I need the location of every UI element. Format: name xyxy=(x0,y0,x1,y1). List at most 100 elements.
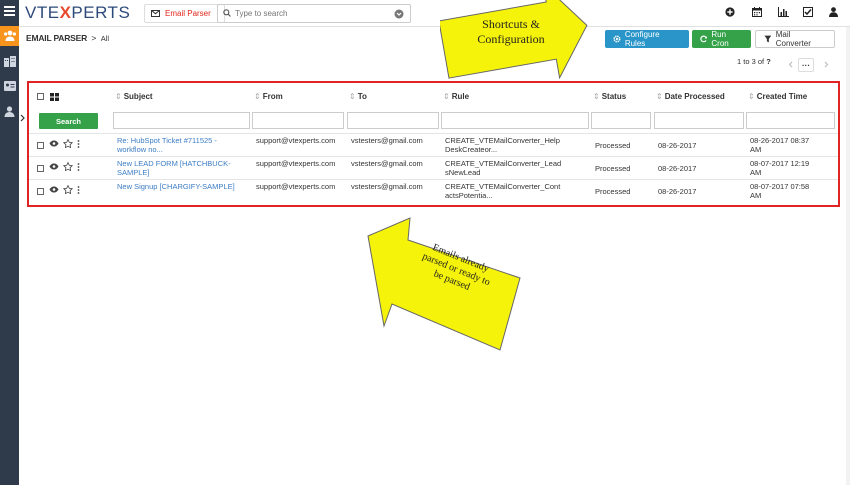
filter-to-input[interactable] xyxy=(347,112,439,129)
cell-subject[interactable]: New LEAD FORM [HATCHBUCK-SAMPLE] xyxy=(117,159,237,177)
eye-icon[interactable] xyxy=(49,163,59,172)
sort-icon: ⇕ xyxy=(748,92,755,101)
table-row[interactable]: New Signup [CHARGIFY-SAMPLE] support@vte… xyxy=(29,179,838,201)
chevron-right-icon xyxy=(824,61,829,70)
configure-rules-button[interactable]: Configure Rules xyxy=(605,30,689,48)
page-header: EMAIL PARSER > All Configure Rules Run C… xyxy=(19,27,850,49)
filter-date-processed-input[interactable] xyxy=(654,112,744,129)
cell-from: support@vtexperts.com xyxy=(256,182,336,191)
eye-icon[interactable] xyxy=(49,140,59,149)
chevron-left-icon xyxy=(788,61,793,70)
filter-created-time-input[interactable] xyxy=(746,112,835,129)
sort-icon: ⇕ xyxy=(115,92,122,101)
row-checkbox[interactable] xyxy=(37,142,44,149)
sidebar-item-contacts-card[interactable] xyxy=(0,77,19,97)
app-sidebar xyxy=(0,0,19,485)
cell-subject[interactable]: Re: HubSpot Ticket #711525 - workflow no… xyxy=(117,136,237,154)
logo-text-perts: PERTS xyxy=(71,3,131,22)
cell-rule: CREATE_VTEMailConverter_LeadsNewLead xyxy=(445,159,562,177)
vtexperts-logo[interactable]: VTEXPERTS xyxy=(25,3,130,23)
sidebar-item-contacts[interactable] xyxy=(0,26,19,46)
search-input[interactable] xyxy=(235,9,385,18)
cell-date-processed: 08-26-2017 xyxy=(658,187,697,196)
user-profile-icon[interactable] xyxy=(829,7,838,19)
run-cron-button[interactable]: Run Cron xyxy=(692,30,751,48)
table-row[interactable]: New LEAD FORM [HATCHBUCK-SAMPLE] support… xyxy=(29,156,838,178)
gear-icon xyxy=(613,35,621,43)
filter-from-input[interactable] xyxy=(252,112,344,129)
more-actions-icon[interactable] xyxy=(77,186,80,196)
logo-text-vte: VTE xyxy=(25,3,60,22)
user-icon xyxy=(4,105,15,119)
filter-rule-input[interactable] xyxy=(441,112,589,129)
mail-converter-button[interactable]: Mail Converter xyxy=(755,30,835,48)
cell-from: support@vtexperts.com xyxy=(256,136,336,145)
column-header-created-time[interactable]: ⇕ Created Time xyxy=(748,92,807,101)
cell-to: vstesters@gmail.com xyxy=(351,182,423,191)
list-settings-icon[interactable] xyxy=(50,93,59,103)
sort-icon: ⇕ xyxy=(254,92,261,101)
annotation-line: Shortcuts & xyxy=(482,17,540,31)
annotation-line: Configuration xyxy=(477,32,545,46)
tasks-check-icon[interactable] xyxy=(803,7,813,19)
menu-toggle[interactable] xyxy=(0,2,19,22)
header-label: Subject xyxy=(123,92,153,101)
cell-rule: CREATE_VTEMailConverter_HelpDeskCreateor… xyxy=(445,136,560,154)
run-cron-label: Run Cron xyxy=(711,30,729,48)
annotation-shortcuts-text: Shortcuts & Configuration xyxy=(456,17,566,47)
annotation-arrow-shortcuts xyxy=(440,0,588,80)
header-label: From xyxy=(262,92,283,101)
table-row[interactable]: Re: HubSpot Ticket #711525 - workflow no… xyxy=(29,133,838,155)
pagination-info: 1 to 3 of ? xyxy=(737,57,771,66)
filter-status-select[interactable] xyxy=(591,112,651,129)
cell-from: support@vtexperts.com xyxy=(256,159,336,168)
star-icon[interactable] xyxy=(62,184,74,196)
pagination-total[interactable]: ? xyxy=(766,57,771,66)
column-header-to[interactable]: ⇕ To xyxy=(349,92,367,101)
reports-chart-icon[interactable] xyxy=(778,7,789,19)
envelope-icon xyxy=(151,10,160,17)
collapse-chevron-icon[interactable] xyxy=(20,114,25,124)
global-search[interactable] xyxy=(217,4,411,23)
row-checkbox[interactable] xyxy=(37,188,44,195)
cell-date-processed: 08-26-2017 xyxy=(658,141,697,150)
column-header-date-processed[interactable]: ⇕ Date Processed xyxy=(656,92,725,101)
breadcrumb-module[interactable]: EMAIL PARSER xyxy=(26,33,87,43)
prev-page-button[interactable] xyxy=(782,58,798,72)
page-scrollbar[interactable] xyxy=(846,27,850,485)
add-icon[interactable] xyxy=(725,7,735,19)
sidebar-item-user[interactable] xyxy=(0,102,19,122)
more-pages-label: ··· xyxy=(802,60,810,70)
next-page-button[interactable] xyxy=(818,58,834,72)
cell-to: vstesters@gmail.com xyxy=(351,136,423,145)
email-list-table: ⇕ Subject ⇕ From ⇕ To ⇕ Rule ⇕ Status ⇕ Date P… xyxy=(27,81,840,207)
row-checkbox[interactable] xyxy=(37,165,44,172)
id-card-icon xyxy=(3,81,16,93)
more-actions-icon[interactable] xyxy=(77,163,80,173)
cell-subject[interactable]: New Signup [CHARGIFY-SAMPLE] xyxy=(117,182,237,191)
email-parser-module-button[interactable]: Email Parser xyxy=(144,4,225,23)
select-all-checkbox[interactable] xyxy=(37,93,44,100)
building-icon xyxy=(3,55,16,69)
breadcrumb: EMAIL PARSER > All xyxy=(26,33,109,43)
search-button[interactable]: Search xyxy=(39,113,98,129)
cell-status: Processed xyxy=(595,164,631,173)
header-label: Created Time xyxy=(756,92,808,101)
column-header-from[interactable]: ⇕ From xyxy=(254,92,283,101)
filter-subject-input[interactable] xyxy=(113,112,250,129)
eye-icon[interactable] xyxy=(49,186,59,195)
star-icon[interactable] xyxy=(62,161,74,173)
search-options-icon[interactable] xyxy=(394,9,404,21)
star-icon[interactable] xyxy=(62,138,74,150)
column-header-subject[interactable]: ⇕ Subject xyxy=(115,92,153,101)
cell-status: Processed xyxy=(595,141,631,150)
refresh-icon xyxy=(700,35,707,43)
sort-icon: ⇕ xyxy=(349,92,356,101)
breadcrumb-separator: > xyxy=(91,33,97,43)
calendar-icon[interactable] xyxy=(752,7,762,19)
more-actions-icon[interactable] xyxy=(77,140,80,150)
sidebar-item-organizations[interactable] xyxy=(0,52,19,72)
configure-rules-label: Configure Rules xyxy=(624,30,660,48)
more-pages-button[interactable]: ··· xyxy=(798,58,814,72)
cell-created-time: 08-07-2017 07:58 AM xyxy=(750,182,810,200)
